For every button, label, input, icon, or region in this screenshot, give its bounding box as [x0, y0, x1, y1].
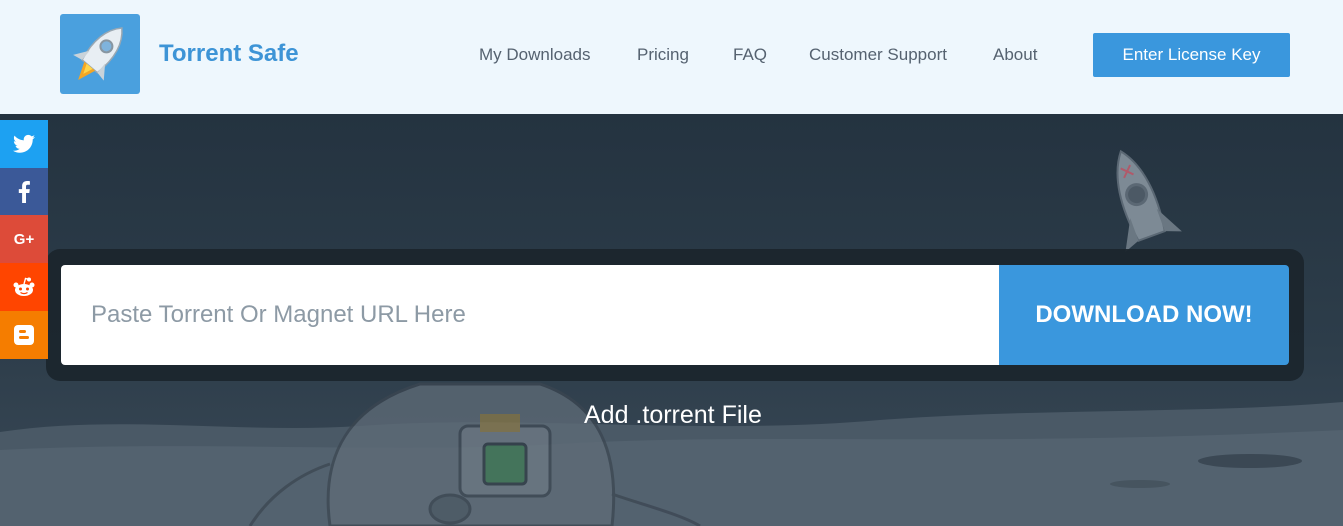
- nav-faq[interactable]: FAQ: [733, 45, 767, 65]
- blogger-icon: [14, 325, 34, 345]
- nav-my-downloads[interactable]: My Downloads: [479, 45, 591, 65]
- google-plus-share-button[interactable]: G+: [0, 215, 48, 263]
- nav-pricing[interactable]: Pricing: [637, 45, 689, 65]
- add-torrent-file-link[interactable]: Add .torrent File: [584, 401, 762, 430]
- torrent-url-input[interactable]: [61, 265, 999, 365]
- reddit-share-button[interactable]: [0, 263, 48, 311]
- blogger-share-button[interactable]: [0, 311, 48, 359]
- site-header: Torrent Safe My Downloads Pricing FAQ Cu…: [0, 0, 1343, 114]
- facebook-icon: [18, 181, 30, 203]
- download-now-button[interactable]: DOWNLOAD NOW!: [999, 265, 1289, 365]
- google-plus-icon: G+: [13, 230, 35, 248]
- brand-name[interactable]: Torrent Safe: [159, 40, 299, 68]
- rocket-icon[interactable]: [60, 14, 140, 94]
- twitter-share-button[interactable]: [0, 120, 48, 168]
- reddit-icon: [13, 277, 35, 296]
- enter-license-key-button[interactable]: Enter License Key: [1093, 33, 1290, 77]
- nav-customer-support[interactable]: Customer Support: [809, 45, 947, 65]
- facebook-share-button[interactable]: [0, 168, 48, 216]
- nav-about[interactable]: About: [993, 45, 1037, 65]
- twitter-icon: [13, 134, 35, 153]
